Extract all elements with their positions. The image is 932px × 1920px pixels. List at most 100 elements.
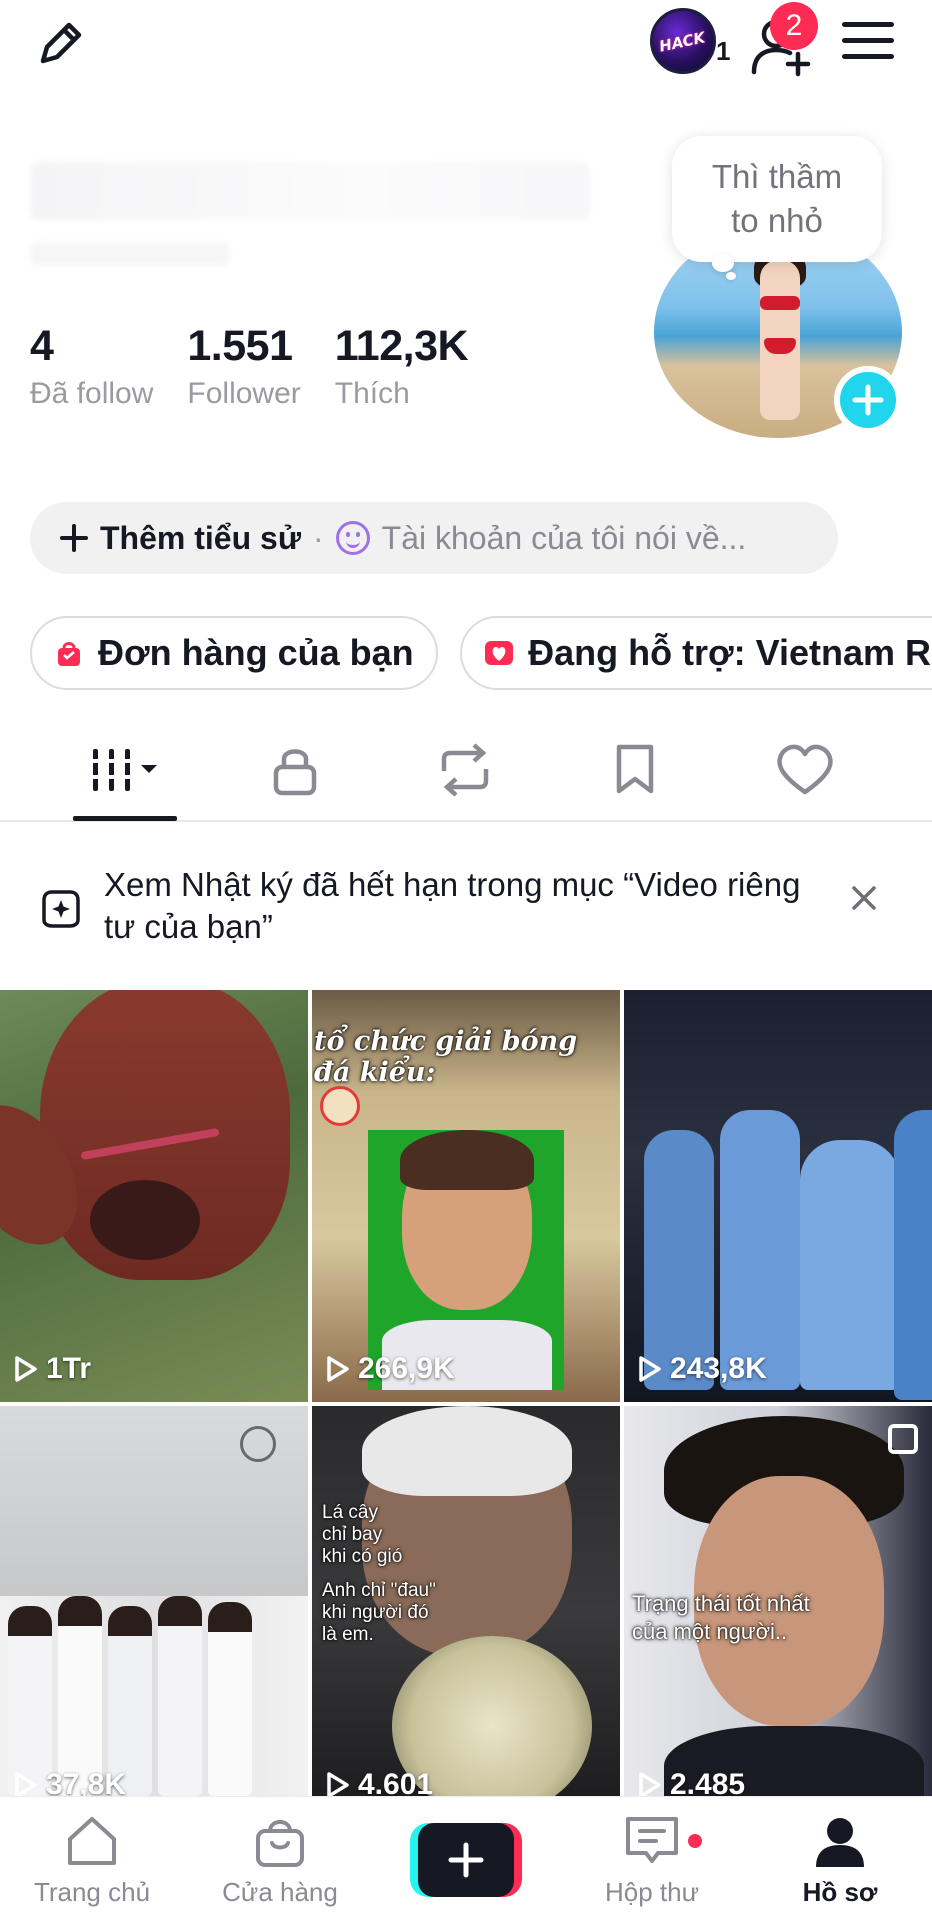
video-overlay-text: tổ chức giải bóng đá kiểu: bbox=[314, 1026, 578, 1088]
view-count: 1Tr bbox=[14, 1352, 91, 1386]
profile-icon bbox=[816, 1818, 864, 1867]
supporting-chip-label: Đang hỗ trợ: Vietnam Re bbox=[528, 632, 932, 673]
close-icon bbox=[852, 886, 876, 910]
add-bio-pill[interactable]: Thêm tiểu sử · Tài khoản của tôi nói về.… bbox=[30, 502, 838, 574]
nav-profile-label: Hồ sơ bbox=[802, 1877, 878, 1907]
nav-home[interactable]: Trang chủ bbox=[12, 1797, 172, 1920]
likes-stat[interactable]: 112,3K Thích bbox=[334, 322, 469, 411]
thumb-art bbox=[158, 1596, 202, 1796]
bottom-navigation: Trang chủ Cửa hàng Hộp thư Hồ sơ bbox=[0, 1796, 932, 1920]
tab-favorites[interactable] bbox=[570, 720, 700, 820]
heart-icon bbox=[485, 641, 514, 665]
video-thumbnail[interactable]: Lá cây chỉ bay khi có gió Anh chỉ "đau" … bbox=[312, 1406, 620, 1800]
profile-name-blurred bbox=[30, 162, 590, 220]
video-thumbnail[interactable]: tổ chức giải bóng đá kiểu: 266,9K bbox=[312, 990, 620, 1402]
plus-icon bbox=[60, 524, 88, 552]
video-thumbnail[interactable]: 37,8K bbox=[0, 1406, 308, 1800]
video-overlay-text: Lá cây chỉ bay khi có gió Anh chỉ "đau" … bbox=[322, 1502, 436, 1646]
video-thumbnail[interactable]: 243,8K bbox=[624, 990, 932, 1402]
create-plus-icon bbox=[448, 1842, 484, 1878]
overlay-line: chỉ bay bbox=[322, 1524, 383, 1545]
bio-hint: Tài khoản của tôi nói về... bbox=[381, 519, 747, 556]
avatar-logo: HACK bbox=[657, 28, 707, 56]
play-icon bbox=[15, 1772, 37, 1798]
supporting-chip[interactable]: Đang hỗ trợ: Vietnam Re bbox=[460, 616, 932, 690]
following-stat[interactable]: 4 Đã follow bbox=[30, 322, 153, 411]
top-bar: HACK 1 2 bbox=[0, 0, 932, 90]
view-count: 266,9K bbox=[326, 1352, 455, 1386]
video-thumbnail[interactable]: Trạng thái tốt nhất của một người.. 2.48… bbox=[624, 1406, 932, 1800]
overlay-line: khi người đó bbox=[322, 1602, 429, 1623]
orders-chip-label: Đơn hàng của bạn bbox=[98, 632, 414, 673]
home-icon bbox=[68, 1817, 116, 1865]
thumb-art bbox=[240, 1426, 276, 1462]
orders-chip[interactable]: Đơn hàng của bạn bbox=[30, 616, 438, 690]
tab-liked[interactable] bbox=[740, 720, 870, 820]
lock-icon bbox=[273, 749, 317, 796]
thought-bubble-tail-small bbox=[726, 272, 736, 280]
followers-stat[interactable]: 1.551 Follower bbox=[187, 322, 300, 411]
add-bio-label: Thêm tiểu sử bbox=[100, 519, 301, 556]
heart-outline-icon bbox=[777, 744, 833, 795]
thought-bubble[interactable]: Thì thầm to nhỏ bbox=[672, 136, 882, 262]
thumb-art bbox=[720, 1110, 800, 1390]
overlay-line: khi có gió bbox=[322, 1546, 403, 1567]
grid-bars-icon bbox=[89, 749, 157, 791]
nav-profile[interactable]: Hồ sơ bbox=[760, 1797, 920, 1920]
thumb-art bbox=[58, 1596, 102, 1796]
overlay-line: Anh chỉ "đau" bbox=[322, 1580, 436, 1601]
content-tabs bbox=[0, 720, 932, 822]
profile-chips: Đơn hàng của bạn Đang hỗ trợ: Vietnam Re bbox=[30, 616, 932, 692]
nav-home-label: Trang chủ bbox=[33, 1877, 151, 1907]
expired-diary-notice[interactable]: Xem Nhật ký đã hết hạn trong mục “Video … bbox=[0, 822, 932, 990]
add-story-button[interactable] bbox=[834, 366, 902, 434]
following-label: Đã follow bbox=[30, 377, 154, 410]
account-switcher-avatar[interactable]: HACK bbox=[650, 8, 716, 74]
video-grid: 1Tr tổ chức giải bóng đá kiểu: 266,9K 24… bbox=[0, 990, 932, 1800]
thought-bubble-tail bbox=[712, 254, 734, 272]
overlay-line: Trạng thái tốt nhất bbox=[632, 1591, 810, 1616]
menu-button[interactable] bbox=[840, 18, 896, 64]
view-count-text: 266,9K bbox=[358, 1352, 455, 1385]
followers-count: 1.551 bbox=[187, 322, 293, 370]
thumb-art bbox=[800, 1140, 900, 1390]
play-icon bbox=[327, 1356, 349, 1382]
play-icon bbox=[327, 1772, 349, 1798]
followers-label: Follower bbox=[187, 377, 301, 410]
thumb-art bbox=[894, 1110, 932, 1400]
nav-inbox-label: Hộp thư bbox=[604, 1877, 699, 1907]
profile-stats: 4 Đã follow 1.551 Follower 112,3K Thích bbox=[30, 322, 469, 411]
clown-emoji bbox=[320, 1086, 360, 1126]
bookmark-icon bbox=[616, 744, 654, 794]
overlay-line: là em. bbox=[322, 1624, 374, 1645]
shopping-bag-icon bbox=[58, 642, 80, 666]
create-button-face bbox=[418, 1823, 514, 1897]
view-count-text: 1Tr bbox=[46, 1352, 92, 1385]
thumb-art bbox=[90, 1180, 200, 1260]
view-count-text: 243,8K bbox=[670, 1352, 767, 1385]
play-icon bbox=[15, 1356, 37, 1382]
likes-label: Thích bbox=[334, 377, 410, 410]
smile-icon bbox=[335, 521, 370, 555]
avatar-detail-bottom bbox=[764, 338, 796, 354]
create-button[interactable] bbox=[410, 1823, 522, 1897]
plus-icon bbox=[852, 384, 884, 416]
nav-inbox[interactable]: Hộp thư bbox=[572, 1797, 732, 1920]
notice-close-button[interactable] bbox=[850, 884, 878, 917]
video-overlay-text: Trạng thái tốt nhất của một người.. bbox=[632, 1590, 810, 1646]
avatar-detail-top bbox=[760, 296, 800, 310]
edit-profile-button[interactable] bbox=[30, 12, 92, 74]
nav-shop[interactable]: Cửa hàng bbox=[200, 1797, 360, 1920]
inbox-icon bbox=[626, 1817, 678, 1863]
video-thumbnail[interactable]: 1Tr bbox=[0, 990, 308, 1402]
repost-icon bbox=[441, 743, 489, 797]
overlay-line: Lá cây bbox=[322, 1502, 378, 1523]
hamburger-menu-icon bbox=[842, 22, 894, 59]
bio-separator: · bbox=[312, 519, 324, 556]
multi-photo-icon bbox=[888, 1424, 918, 1454]
tab-videos[interactable] bbox=[60, 720, 190, 820]
tab-private[interactable] bbox=[230, 720, 360, 820]
inbox-notification-dot bbox=[686, 1832, 704, 1850]
tab-reposts[interactable] bbox=[400, 720, 530, 820]
likes-count: 112,3K bbox=[334, 322, 469, 370]
